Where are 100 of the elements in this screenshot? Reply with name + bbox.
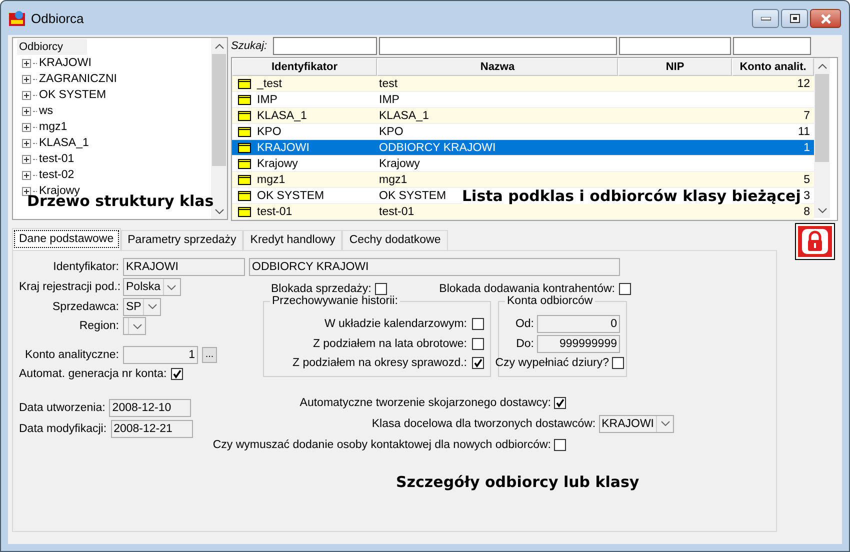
close-button[interactable]: [810, 9, 841, 28]
table-row[interactable]: _test test 12: [232, 76, 814, 92]
field-label: Kraj rejestracji pod.:: [19, 281, 119, 294]
folder-icon: [238, 110, 251, 120]
table-cell: ODBIORCY KRAJOWI: [379, 142, 496, 154]
expand-icon[interactable]: [22, 122, 31, 132]
table-row[interactable]: test-01 test-01 8: [232, 204, 814, 220]
dropdown[interactable]: SP: [123, 298, 162, 316]
input-field[interactable]: 2008-12-10: [109, 398, 192, 417]
checkbox[interactable]: [554, 438, 566, 450]
lock-button[interactable]: [795, 223, 835, 260]
table-cell: test: [379, 78, 398, 90]
scroll-up-icon[interactable]: [214, 44, 224, 48]
field-label: W układzie kalendarzowym:: [324, 318, 467, 330]
tree-item[interactable]: test-01: [39, 153, 74, 165]
tree-root[interactable]: Odbiorcy: [17, 39, 87, 55]
checkbox[interactable]: [554, 396, 566, 408]
field-label: Czy wymuszać dodanie osoby kontaktowej dla nowych odbiorców:: [212, 438, 551, 450]
folder-icon: [238, 190, 251, 200]
maximize-button[interactable]: [781, 9, 808, 28]
tab[interactable]: Dane podstawowe: [12, 228, 121, 250]
checkbox[interactable]: [472, 338, 484, 350]
table-cell: 12: [797, 78, 810, 90]
field-label: Z podziałem na okresy sprawozd.:: [292, 357, 467, 370]
table-cell: 1: [804, 142, 810, 154]
folder-icon: [238, 78, 251, 88]
folder-icon: [238, 94, 251, 104]
search-field[interactable]: [379, 37, 617, 55]
table-row[interactable]: Krajowy Krajowy: [232, 156, 814, 172]
tree-item[interactable]: ws: [39, 105, 54, 117]
group-title: Konta odbiorców: [505, 294, 595, 306]
input-field[interactable]: 1: [123, 346, 198, 364]
table-cell: Krajowy: [379, 158, 420, 170]
tab[interactable]: Cechy dodatkowe: [342, 230, 448, 250]
expand-icon[interactable]: [22, 74, 31, 84]
checkbox[interactable]: [170, 368, 183, 380]
field-label: Czy wypełniać dziury?: [495, 357, 609, 370]
search-field[interactable]: [733, 37, 811, 55]
scroll-down-icon[interactable]: [214, 208, 224, 214]
dropdown[interactable]: [123, 317, 146, 336]
input-field[interactable]: 0: [537, 315, 620, 334]
folder-icon: [238, 174, 251, 184]
input-field[interactable]: 2008-12-21: [110, 420, 193, 438]
tree-item[interactable]: KRAJOWI: [39, 57, 92, 69]
tree-item[interactable]: mgz1: [39, 121, 68, 133]
dropdown[interactable]: KRAJOWI: [598, 414, 674, 432]
expand-icon[interactable]: [22, 170, 31, 180]
search-field[interactable]: [619, 37, 731, 55]
field-label: Region:: [78, 320, 119, 332]
expand-icon[interactable]: [22, 90, 31, 100]
tree-item[interactable]: KLASA_1: [39, 137, 89, 149]
table-cell-text: IMP: [257, 92, 278, 108]
field-label: Z podziałem na lata obrotowe:: [312, 338, 467, 350]
table-cell: KLASA_1: [379, 110, 429, 122]
input-field[interactable]: ODBIORCY KRAJOWI: [249, 258, 620, 276]
column-header[interactable]: Konto analit.: [732, 58, 814, 76]
minimize-button[interactable]: [752, 9, 779, 28]
padlock-icon: [798, 226, 832, 257]
folder-icon: [238, 158, 251, 168]
table-row[interactable]: KLASA_1 KLASA_1 7: [232, 108, 814, 124]
table-row[interactable]: mgz1 mgz1 5: [232, 172, 814, 188]
field-label: Blokada sprzedaży:: [271, 282, 372, 294]
expand-icon[interactable]: [22, 106, 31, 116]
expand-icon[interactable]: [22, 186, 31, 196]
field-label: Automatyczne tworzenie skojarzonego dostawcy:: [300, 396, 551, 408]
field-label: Od:: [515, 318, 534, 330]
field-label: Blokada dodawania kontrahentów:: [439, 282, 615, 294]
column-header[interactable]: NIP: [618, 58, 732, 76]
input-field[interactable]: 999999999: [537, 334, 620, 353]
input-field[interactable]: KRAJOWI: [123, 258, 245, 276]
table-row[interactable]: KRAJOWI ODBIORCY KRAJOWI 1: [232, 140, 814, 156]
tree-item[interactable]: test-02: [39, 169, 74, 181]
expand-icon[interactable]: [22, 138, 31, 148]
tree-item[interactable]: OK SYSTEM: [39, 89, 106, 101]
scroll-down-icon[interactable]: [818, 208, 826, 212]
table-row[interactable]: KPO KPO 11: [232, 124, 814, 140]
column-header[interactable]: Nazwa: [377, 58, 618, 76]
checkbox[interactable]: [612, 357, 624, 370]
checkbox[interactable]: [472, 318, 484, 330]
tree-item[interactable]: ZAGRANICZNI: [39, 73, 117, 85]
browse-button[interactable]: ...: [202, 346, 217, 363]
table-cell: OK SYSTEM: [379, 190, 446, 202]
table-row[interactable]: IMP IMP: [232, 92, 814, 108]
checkbox[interactable]: [619, 282, 631, 294]
search-field[interactable]: [273, 37, 377, 55]
checkbox[interactable]: [375, 282, 388, 294]
checkbox[interactable]: [472, 357, 484, 370]
dropdown[interactable]: Polska: [123, 278, 181, 296]
expand-icon[interactable]: [22, 58, 31, 68]
expand-icon[interactable]: [22, 154, 31, 164]
scrollbar[interactable]: [211, 38, 227, 219]
chevron-down-icon: [132, 324, 142, 329]
tab[interactable]: Parametry sprzedaży: [120, 230, 244, 250]
scrollbar[interactable]: [814, 58, 830, 218]
field-label: Data modyfikacji:: [19, 423, 107, 436]
field-label: Data utworzenia:: [19, 402, 106, 414]
group-title: Przechowywanie historii:: [270, 294, 400, 306]
column-header[interactable]: Identyfikator: [232, 58, 377, 76]
tab[interactable]: Kredyt handlowy: [243, 230, 342, 250]
scroll-up-icon[interactable]: [818, 64, 826, 68]
